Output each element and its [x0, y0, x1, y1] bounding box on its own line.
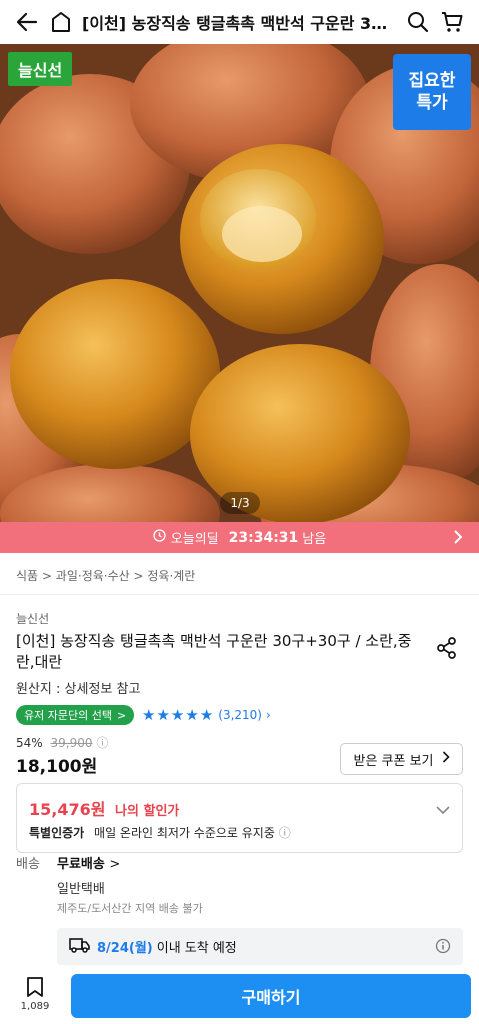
chevron-right-icon: > [41, 569, 56, 583]
original-price: 39,900 [50, 736, 93, 750]
truck-icon [69, 937, 91, 957]
home-icon[interactable] [44, 5, 78, 39]
breadcrumb-item[interactable]: 정육·계란 [147, 569, 195, 583]
shipping-note: 제주도/도서산간 지역 배송 불가 [57, 902, 203, 915]
discount-info: 54% 39,900 ⓘ [16, 734, 108, 751]
info-icon: ⓘ [96, 736, 109, 750]
star-icon: ★ [199, 706, 214, 724]
coupon-button[interactable]: 받은 쿠폰 보기 [340, 743, 463, 775]
my-price-label: 나의 할인가 [115, 804, 180, 819]
arrival-estimate: 8/24(월) 이내 도착 예정 [57, 928, 463, 965]
wishlist-count: 1,089 [20, 1001, 50, 1012]
shipping-fee[interactable]: 무료배송 > [57, 853, 120, 872]
divider [0, 594, 479, 595]
back-arrow-icon[interactable] [10, 5, 44, 39]
shipping-fee-text: 무료배송 [57, 857, 105, 872]
breadcrumb: 식품 > 과일·정육·수산 > 정육·계란 [16, 567, 195, 584]
review-count: (3,210) [218, 708, 262, 722]
image-pager: 1/3 [220, 492, 260, 514]
star-icon: ★ [170, 706, 185, 724]
bottom-action-bar: 1,089 구매하기 [0, 968, 479, 1024]
brand-badge: 늘신선 [8, 52, 73, 86]
cert-label: 특별인증가 [29, 826, 85, 840]
deal-suffix: 남음 [302, 532, 327, 547]
brand-name[interactable]: 늘신선 [16, 610, 49, 627]
search-icon[interactable] [401, 5, 435, 39]
rating[interactable]: ★ ★ ★ ★ ★ (3,210) › [142, 705, 271, 725]
star-icon: ★ [142, 706, 156, 724]
origin-info: 원산지 : 상세정보 참고 [16, 682, 141, 697]
top-header: [이천] 농장직송 탱글촉촉 맥반석 구운란 3… [0, 0, 479, 44]
chevron-right-icon [442, 751, 450, 767]
shipping-method: 일반택배 [57, 882, 105, 897]
deal-countdown: 23:34:31 [228, 529, 299, 546]
my-price-row: 15,476원 나의 할인가 [29, 796, 179, 820]
breadcrumb-item[interactable]: 식품 [16, 569, 38, 583]
arrival-text: 이내 도착 예정 [156, 941, 237, 956]
badge-line2: 특가 [416, 93, 448, 113]
certified-price-row: 특별인증가 매일 온라인 최저가 수준으로 유지중 ⓘ [29, 824, 291, 841]
product-image[interactable]: 늘신선 집요한 특가 1/3 [0, 44, 479, 522]
info-icon[interactable] [435, 938, 451, 958]
star-icon: ★ [156, 706, 170, 724]
chevron-right-icon: > [109, 857, 121, 872]
cert-desc: 매일 온라인 최저가 수준으로 유지중 [94, 826, 275, 840]
cart-icon[interactable] [435, 5, 469, 39]
chevron-right-icon: › [265, 708, 271, 722]
breadcrumb-item[interactable]: 과일·정육·수산 [56, 569, 130, 583]
deal-timer-bar[interactable]: 오늘의딜 23:34:31 남음 [0, 522, 479, 553]
star-icon: ★ [185, 706, 199, 724]
chevron-right-icon: > [116, 708, 127, 722]
buy-button[interactable]: 구매하기 [71, 974, 471, 1018]
badge-line1: 집요한 [408, 71, 456, 91]
deal-label: 오늘의딜 [170, 532, 219, 547]
special-price-badge: 집요한 특가 [393, 54, 471, 130]
share-icon[interactable] [436, 637, 458, 663]
bookmark-icon [14, 976, 56, 1001]
wishlist-button[interactable]: 1,089 [14, 976, 56, 1012]
my-discount-box[interactable]: 15,476원 나의 할인가 특별인증가 매일 온라인 최저가 수준으로 유지중… [16, 783, 463, 853]
my-price: 15,476원 [29, 800, 106, 819]
user-choice-badge[interactable]: 유저 자문단의 선택 > [16, 705, 135, 725]
discount-rate: 54% [16, 736, 43, 750]
choice-label: 유저 자문단의 선택 [24, 709, 112, 722]
shipping-label: 배송 [16, 857, 40, 872]
coupon-label: 받은 쿠폰 보기 [353, 753, 434, 769]
page-title: [이천] 농장직송 탱글촉촉 맥반석 구운란 3… [82, 14, 388, 33]
chevron-down-icon[interactable] [436, 800, 450, 819]
chevron-right-icon [453, 530, 463, 548]
chevron-right-icon: > [133, 569, 148, 583]
arrival-date: 8/24(월) [97, 941, 153, 956]
sale-price: 18,100원 [16, 757, 98, 777]
product-title: [이천] 농장직송 탱글촉촉 맥반석 구운란 30구+30구 / 소란,중란,대… [16, 632, 412, 671]
info-icon[interactable]: ⓘ [279, 826, 291, 840]
clock-icon [153, 529, 166, 546]
